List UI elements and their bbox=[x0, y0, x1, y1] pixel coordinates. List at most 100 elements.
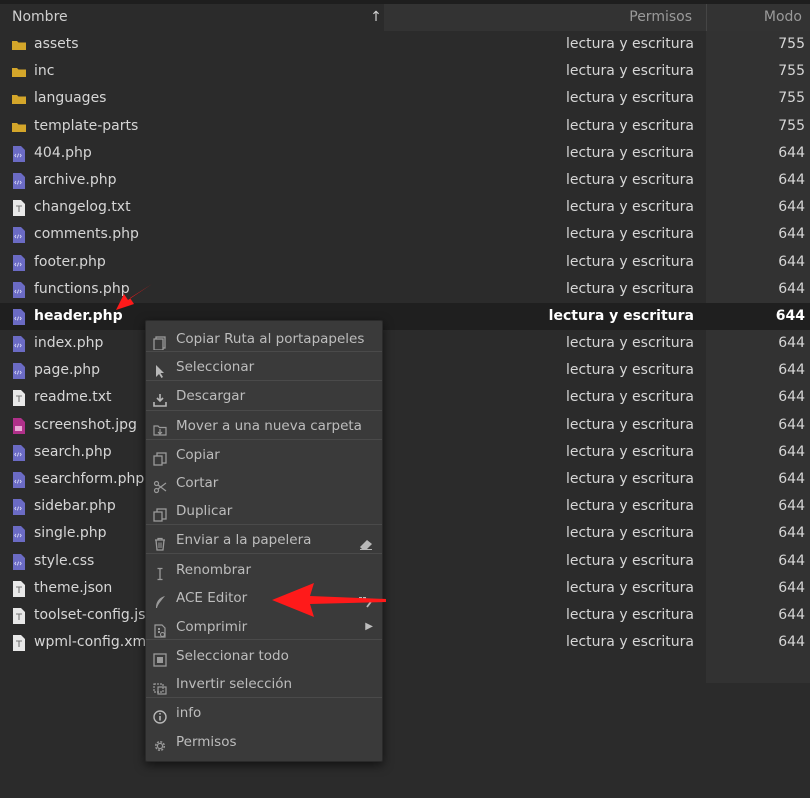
menu-item-mover-a-una-nueva-carpeta[interactable]: Mover a una nueva carpeta bbox=[146, 412, 382, 440]
file-permissions: lectura y escritura bbox=[565, 362, 694, 379]
file-mode: 644 bbox=[778, 471, 805, 487]
move-folder-icon bbox=[153, 419, 167, 436]
file-row[interactable]: search.php lectura y escritura 644 bbox=[0, 439, 810, 466]
file-name[interactable]: style.css bbox=[34, 548, 94, 575]
scissors-icon bbox=[153, 476, 167, 494]
file-name[interactable]: footer.php bbox=[34, 249, 106, 276]
column-permissions-header[interactable]: Permisos bbox=[384, 4, 706, 31]
menu-item-renombrar[interactable]: Renombrar bbox=[146, 556, 382, 584]
file-row[interactable]: functions.php lectura y escritura 644 bbox=[0, 276, 810, 303]
file-row[interactable]: footer.php lectura y escritura 644 bbox=[0, 249, 810, 276]
file-row[interactable]: toolset-config.json lectura y escritura 64… bbox=[0, 602, 810, 629]
file-name[interactable]: index.php bbox=[34, 330, 103, 357]
pointer-icon bbox=[153, 360, 167, 378]
file-permissions: lectura y escritura bbox=[565, 498, 694, 515]
submenu-arrow-icon: ▶ bbox=[365, 621, 373, 632]
file-row[interactable]: sidebar.php lectura y escritura 644 bbox=[0, 493, 810, 520]
file-permissions: lectura y escritura bbox=[565, 335, 694, 352]
code-file-icon bbox=[12, 553, 26, 570]
file-name[interactable]: theme.json bbox=[34, 575, 112, 602]
file-name[interactable]: inc bbox=[34, 58, 54, 85]
menu-item-label: Seleccionar todo bbox=[176, 648, 289, 664]
code-file-icon bbox=[12, 281, 26, 298]
file-mode: 644 bbox=[778, 335, 805, 352]
code-file-icon bbox=[12, 526, 26, 543]
file-name[interactable]: 404.php bbox=[34, 140, 92, 167]
file-row[interactable]: archive.php lectura y escritura 644 bbox=[0, 167, 810, 194]
file-row[interactable]: 404.php lectura y escritura 644 bbox=[0, 140, 810, 167]
menu-item-cortar[interactable]: Cortar bbox=[146, 469, 382, 497]
file-row[interactable]: readme.txt lectura y escritura 644 bbox=[0, 384, 810, 411]
file-name[interactable]: comments.php bbox=[34, 221, 139, 248]
file-name[interactable]: sidebar.php bbox=[34, 493, 116, 520]
text-file-icon bbox=[12, 200, 26, 217]
file-name[interactable]: readme.txt bbox=[34, 384, 112, 411]
code-file-icon bbox=[12, 472, 26, 488]
menu-item-copiar[interactable]: Copiar bbox=[146, 441, 382, 469]
file-row[interactable]: screenshot.jpg lectura y escritura 644 bbox=[0, 412, 810, 439]
column-name-header[interactable]: Nombre bbox=[0, 4, 384, 31]
folder-icon bbox=[12, 119, 26, 135]
file-name[interactable]: header.php bbox=[34, 303, 123, 330]
file-name[interactable]: wpml-config.xml bbox=[34, 629, 150, 656]
file-row[interactable]: template-parts lectura y escritura 755 bbox=[0, 113, 810, 140]
file-mode: 644 bbox=[778, 606, 805, 623]
file-name[interactable]: single.php bbox=[34, 520, 107, 547]
file-list: assets lectura y escritura 755 inc lectura y… bbox=[0, 31, 810, 656]
menu-item-seleccionar-todo[interactable]: Seleccionar todo bbox=[146, 642, 382, 670]
file-mode: 644 bbox=[778, 525, 805, 542]
file-row[interactable]: single.php lectura y escritura 644 bbox=[0, 520, 810, 547]
file-row[interactable]: comments.php lectura y escritura 644 bbox=[0, 221, 810, 248]
file-name[interactable]: archive.php bbox=[34, 167, 116, 194]
menu-item-ace-editor[interactable]: ACE Editor bbox=[146, 584, 382, 612]
copy-path-icon bbox=[153, 332, 167, 351]
file-row[interactable]: theme.json lectura y escritura 644 bbox=[0, 575, 810, 602]
file-row[interactable]: index.php lectura y escritura 644 bbox=[0, 330, 810, 357]
menu-item-label: Comprimir bbox=[176, 619, 248, 635]
code-file-icon bbox=[12, 308, 26, 325]
menu-item-invertir-selección[interactable]: Invertir selección bbox=[146, 670, 382, 698]
file-name[interactable]: template-parts bbox=[34, 113, 138, 140]
menu-item-info[interactable]: info bbox=[146, 699, 382, 727]
column-mode-header[interactable]: Modo bbox=[706, 4, 810, 31]
file-mode: 644 bbox=[778, 226, 805, 243]
file-name[interactable]: screenshot.jpg bbox=[34, 412, 137, 439]
file-row[interactable]: assets lectura y escritura 755 bbox=[0, 31, 810, 58]
file-name[interactable]: toolset-config.json bbox=[34, 602, 163, 629]
menu-item-seleccionar[interactable]: Seleccionar bbox=[146, 353, 382, 381]
file-row[interactable]: page.php lectura y escritura 644 bbox=[0, 357, 810, 384]
file-permissions: lectura y escritura bbox=[565, 579, 694, 596]
file-name[interactable]: changelog.txt bbox=[34, 194, 131, 221]
file-row[interactable]: header.php lectura y escritura 644 bbox=[0, 302, 810, 331]
sort-ascending-icon[interactable]: ↑ bbox=[368, 4, 384, 31]
code-file-icon bbox=[12, 363, 26, 380]
file-permissions: lectura y escritura bbox=[565, 634, 694, 651]
file-name[interactable]: search.php bbox=[34, 439, 112, 466]
file-row[interactable]: changelog.txt lectura y escritura 644 bbox=[0, 194, 810, 221]
file-mode: 644 bbox=[778, 280, 805, 297]
file-name[interactable]: searchform.php bbox=[34, 466, 144, 493]
file-row[interactable]: style.css lectura y escritura 644 bbox=[0, 548, 810, 575]
menu-item-comprimir[interactable]: Comprimir ▶ bbox=[146, 613, 382, 641]
menu-item-descargar[interactable]: Descargar bbox=[146, 382, 382, 410]
code-file-icon bbox=[12, 336, 26, 353]
menu-item-copiar-ruta-al-portapapeles[interactable]: Copiar Ruta al portapapeles bbox=[146, 325, 382, 353]
menu-item-permisos[interactable]: Permisos bbox=[146, 728, 382, 756]
file-name[interactable]: languages bbox=[34, 85, 106, 112]
file-row[interactable]: searchform.php lectura y escritura 644 bbox=[0, 466, 810, 493]
code-file-icon bbox=[12, 444, 26, 461]
file-mode: 644 bbox=[778, 253, 805, 270]
file-row[interactable]: wpml-config.xml lectura y escritura 644 bbox=[0, 629, 810, 656]
file-row[interactable]: languages lectura y escritura 755 bbox=[0, 85, 810, 112]
file-permissions: lectura y escritura bbox=[548, 307, 694, 324]
code-file-icon bbox=[12, 499, 26, 516]
file-name[interactable]: assets bbox=[34, 31, 79, 58]
eraser-icon bbox=[358, 533, 374, 550]
menu-item-duplicar[interactable]: Duplicar bbox=[146, 497, 382, 525]
file-row[interactable]: inc lectura y escritura 755 bbox=[0, 58, 810, 85]
text-file-icon bbox=[12, 607, 26, 624]
file-name[interactable]: functions.php bbox=[34, 276, 130, 303]
file-name[interactable]: page.php bbox=[34, 357, 100, 384]
gear-icon bbox=[153, 735, 167, 752]
menu-item-enviar-a-la-papelera[interactable]: Enviar a la papelera bbox=[146, 526, 382, 554]
